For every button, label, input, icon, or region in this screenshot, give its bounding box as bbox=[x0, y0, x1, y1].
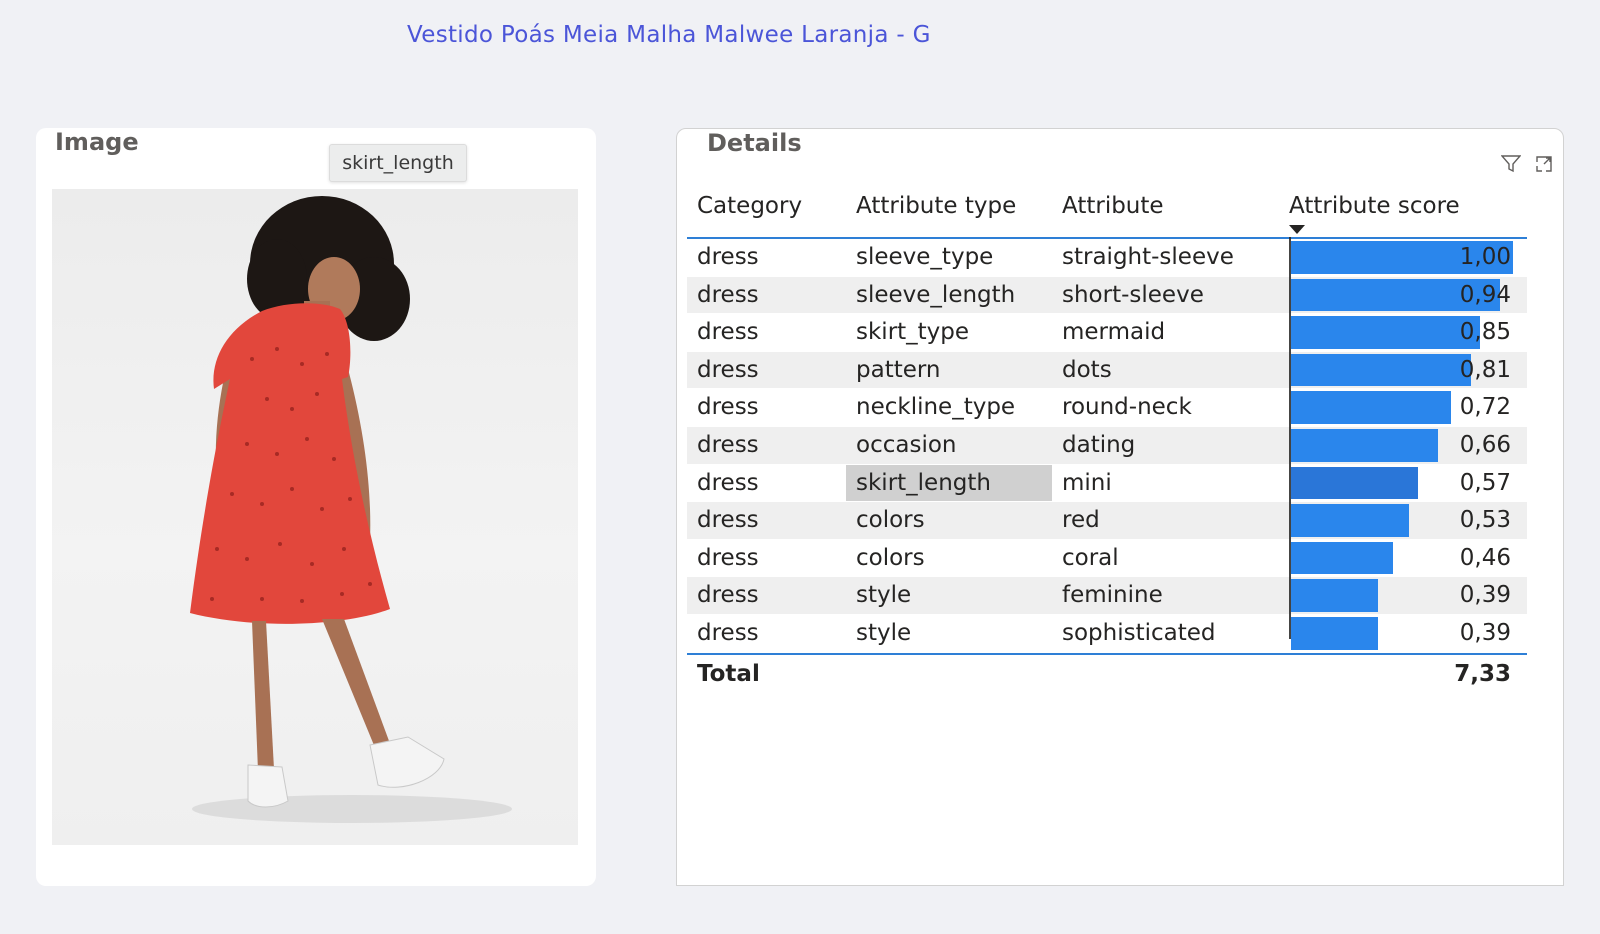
score-value: 0,66 bbox=[1459, 431, 1511, 458]
cell-attribute-type[interactable]: sleeve_type bbox=[856, 239, 993, 275]
cell-attribute-type[interactable]: colors bbox=[856, 502, 925, 538]
score-value: 0,72 bbox=[1459, 394, 1511, 421]
cell-attribute-type[interactable]: style bbox=[856, 577, 911, 613]
table-row[interactable]: dress neckline_type round-neck 0,72 bbox=[687, 389, 1527, 427]
cell-category[interactable]: dress bbox=[697, 465, 759, 501]
cell-attribute-type[interactable]: pattern bbox=[856, 352, 941, 388]
table-row[interactable]: dress style feminine 0,39 bbox=[687, 577, 1527, 615]
cell-category[interactable]: dress bbox=[697, 389, 759, 425]
cell-attribute-score[interactable]: 0,72 bbox=[1291, 389, 1521, 426]
score-value: 0,81 bbox=[1459, 356, 1511, 383]
cell-category[interactable]: dress bbox=[697, 615, 759, 651]
cell-attribute[interactable]: dating bbox=[1062, 427, 1135, 463]
table-row[interactable]: dress pattern dots 0,81 bbox=[687, 351, 1527, 390]
column-header-category[interactable]: Category bbox=[697, 193, 802, 219]
table-body: dress sleeve_type straight-sleeve 1,00 dress… bbox=[687, 239, 1527, 653]
column-header-attribute[interactable]: Attribute bbox=[1062, 193, 1164, 219]
score-bar bbox=[1291, 541, 1394, 575]
table-header: Category Attribute type Attribute Attrib… bbox=[687, 181, 1527, 239]
score-bar bbox=[1291, 316, 1480, 349]
score-value: 0,53 bbox=[1459, 507, 1511, 534]
table-row[interactable]: dress skirt_length mini 0,57 bbox=[687, 464, 1527, 503]
cell-attribute-score[interactable]: 0,81 bbox=[1291, 352, 1521, 389]
total-value: 7,33 bbox=[1454, 660, 1511, 687]
cell-attribute-type[interactable]: neckline_type bbox=[856, 389, 1015, 425]
cell-attribute[interactable]: sophisticated bbox=[1062, 615, 1216, 651]
score-value: 0,85 bbox=[1459, 319, 1511, 346]
cell-category[interactable]: dress bbox=[697, 540, 759, 576]
score-bar bbox=[1291, 579, 1378, 612]
cell-attribute-score[interactable]: 0,46 bbox=[1291, 540, 1521, 577]
cell-attribute[interactable]: round-neck bbox=[1062, 389, 1192, 425]
score-value: 0,94 bbox=[1459, 281, 1511, 308]
attributes-table: Category Attribute type Attribute Attrib… bbox=[687, 181, 1527, 693]
cell-attribute[interactable]: dots bbox=[1062, 352, 1112, 388]
cell-category[interactable]: dress bbox=[697, 277, 759, 313]
table-row[interactable]: dress sleeve_length short-sleeve 0,94 bbox=[687, 276, 1527, 315]
cell-category[interactable]: dress bbox=[697, 314, 759, 350]
score-bar bbox=[1291, 428, 1438, 462]
table-row[interactable]: dress skirt_type mermaid 0,85 bbox=[687, 314, 1527, 352]
cell-attribute[interactable]: red bbox=[1062, 502, 1100, 538]
cell-attribute-score[interactable]: 0,85 bbox=[1291, 314, 1521, 351]
cell-attribute-score[interactable]: 0,53 bbox=[1291, 502, 1521, 539]
details-card-title: Details bbox=[707, 129, 802, 157]
score-bar bbox=[1291, 504, 1409, 537]
cell-attribute-type[interactable]: skirt_type bbox=[856, 314, 969, 350]
cell-category[interactable]: dress bbox=[697, 427, 759, 463]
cell-category[interactable]: dress bbox=[697, 352, 759, 388]
model-illustration bbox=[190, 196, 512, 823]
cell-attribute[interactable]: straight-sleeve bbox=[1062, 239, 1234, 275]
filter-icon[interactable] bbox=[1501, 155, 1521, 173]
score-value: 0,39 bbox=[1459, 582, 1511, 609]
cell-attribute-score[interactable]: 0,94 bbox=[1291, 277, 1521, 314]
cell-category[interactable]: dress bbox=[697, 502, 759, 538]
total-label: Total bbox=[697, 660, 760, 687]
score-bar bbox=[1291, 616, 1378, 650]
score-column-divider bbox=[1289, 237, 1291, 639]
cell-attribute-type[interactable]: sleeve_length bbox=[856, 277, 1015, 313]
table-row[interactable]: dress occasion dating 0,66 bbox=[687, 426, 1527, 465]
cell-attribute[interactable]: feminine bbox=[1062, 577, 1163, 613]
visual-header-icons bbox=[1501, 155, 1553, 173]
score-bar bbox=[1291, 466, 1418, 500]
score-value: 0,57 bbox=[1459, 469, 1511, 496]
cell-attribute[interactable]: short-sleeve bbox=[1062, 277, 1204, 313]
score-value: 1,00 bbox=[1459, 244, 1511, 270]
hover-tooltip: skirt_length bbox=[329, 144, 467, 182]
page-title: Vestido Poás Meia Malha Malwee Laranja -… bbox=[407, 22, 931, 48]
focus-mode-icon[interactable] bbox=[1535, 155, 1553, 173]
cell-attribute-type[interactable]: skirt_length bbox=[856, 465, 991, 501]
table-total-row: Total 7,33 bbox=[687, 652, 1527, 693]
details-card: Details Category Attribute type Attribut… bbox=[676, 128, 1564, 886]
cell-attribute-score[interactable]: 1,00 bbox=[1291, 239, 1521, 276]
cell-attribute[interactable]: mini bbox=[1062, 465, 1112, 501]
cell-attribute-type[interactable]: style bbox=[856, 615, 911, 651]
column-header-attribute-score[interactable]: Attribute score bbox=[1289, 193, 1460, 219]
cell-attribute[interactable]: mermaid bbox=[1062, 314, 1165, 350]
cell-attribute-type[interactable]: colors bbox=[856, 540, 925, 576]
sort-descending-icon[interactable] bbox=[1289, 225, 1305, 234]
cell-attribute-score[interactable]: 0,39 bbox=[1291, 615, 1521, 652]
cell-attribute-score[interactable]: 0,57 bbox=[1291, 465, 1521, 502]
cell-attribute[interactable]: coral bbox=[1062, 540, 1119, 576]
image-card-title: Image bbox=[55, 128, 139, 156]
column-header-attribute-type[interactable]: Attribute type bbox=[856, 193, 1016, 219]
cell-category[interactable]: dress bbox=[697, 577, 759, 613]
table-row[interactable]: dress sleeve_type straight-sleeve 1,00 bbox=[687, 239, 1527, 277]
cell-attribute-type[interactable]: occasion bbox=[856, 427, 956, 463]
score-value: 0,39 bbox=[1459, 619, 1511, 646]
table-row[interactable]: dress style sophisticated 0,39 bbox=[687, 615, 1527, 653]
score-bar bbox=[1291, 353, 1471, 387]
product-photo bbox=[52, 189, 578, 845]
table-row[interactable]: dress colors coral 0,46 bbox=[687, 540, 1527, 578]
score-value: 0,46 bbox=[1459, 544, 1511, 571]
table-row[interactable]: dress colors red 0,53 bbox=[687, 502, 1527, 540]
cell-attribute-score[interactable]: 0,39 bbox=[1291, 577, 1521, 614]
cell-attribute-score[interactable]: 0,66 bbox=[1291, 427, 1521, 464]
score-bar bbox=[1291, 391, 1451, 424]
cell-category[interactable]: dress bbox=[697, 239, 759, 275]
